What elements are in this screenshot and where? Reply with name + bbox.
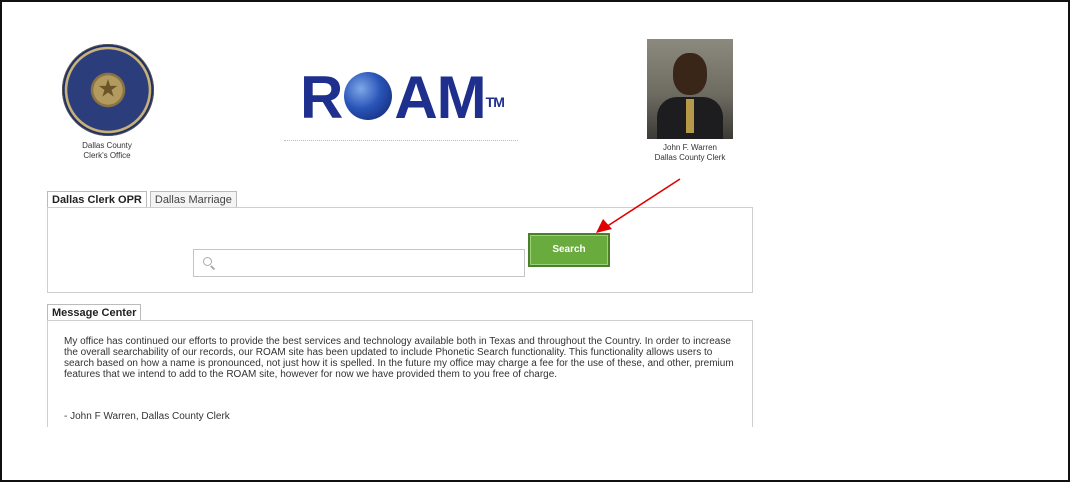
- red-arrow-icon: [596, 178, 681, 233]
- clerk-name: John F. Warren: [663, 143, 717, 152]
- search-button[interactable]: Search: [528, 233, 610, 267]
- tab-dallas-marriage[interactable]: Dallas Marriage: [149, 191, 237, 208]
- seal-caption-line1: Dallas County: [82, 141, 132, 150]
- roam-logo-am: AM: [394, 64, 486, 131]
- clerk-caption: John F. Warren Dallas County Clerk: [630, 143, 750, 163]
- photo-tie: [686, 99, 694, 133]
- dallas-county-seal-logo: ★: [62, 44, 154, 136]
- roam-logo-r: R: [300, 64, 343, 131]
- message-signature: - John F Warren, Dallas County Clerk: [64, 411, 230, 422]
- search-icon: [203, 257, 212, 266]
- seal-caption: Dallas County Clerk's Office: [54, 141, 160, 161]
- photo-head: [673, 53, 707, 95]
- globe-icon: [344, 72, 393, 120]
- tab-message-center[interactable]: Message Center: [47, 304, 142, 321]
- logo-divider: [284, 140, 518, 141]
- message-center-panel: My office has continued our efforts to p…: [47, 320, 753, 427]
- search-tabs: Dallas Clerk OPR Dallas Marriage: [47, 191, 240, 209]
- roam-logo: R AMTM: [300, 68, 505, 128]
- search-input[interactable]: [218, 250, 522, 276]
- clerk-photo: [647, 39, 733, 139]
- star-icon: ★: [97, 75, 119, 103]
- message-body: My office has continued our efforts to p…: [64, 336, 734, 380]
- trademark-mark: TM: [485, 94, 505, 110]
- seal-caption-line2: Clerk's Office: [83, 151, 131, 160]
- clerk-title: Dallas County Clerk: [654, 153, 726, 162]
- search-field[interactable]: [193, 249, 525, 277]
